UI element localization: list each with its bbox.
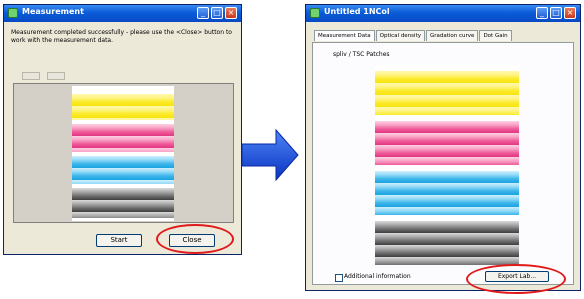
tab-gradation-curve[interactable]: Gradation curve (425, 30, 479, 41)
black-band (72, 188, 174, 218)
tab-bar: Measurement Data Optical density Gradati… (314, 30, 513, 41)
highlight-export (466, 264, 566, 294)
strip-preview (13, 83, 234, 223)
black-band (375, 221, 519, 265)
window-title: Measurement (22, 7, 84, 16)
start-button[interactable]: Start (96, 234, 142, 247)
minimize-icon[interactable]: _ (197, 7, 209, 19)
small-button-1[interactable] (22, 72, 40, 80)
color-strip (72, 86, 174, 221)
color-strip (375, 65, 519, 265)
highlight-close (156, 224, 234, 254)
additional-info-label: Additional information (344, 273, 411, 280)
close-icon[interactable]: × (564, 7, 576, 19)
maximize-icon[interactable]: □ (550, 7, 562, 19)
document-window: Untitled 1NCol _ □ × Measurement Data Op… (305, 4, 581, 291)
small-button-2[interactable] (47, 72, 65, 80)
chart-label: spliv / TSC Patches (333, 51, 390, 58)
tab-optical-density[interactable]: Optical density (375, 30, 425, 41)
magenta-band (72, 124, 174, 152)
minimize-icon[interactable]: _ (536, 7, 548, 19)
additional-info-checkbox[interactable] (335, 274, 343, 282)
measurement-window: Measurement _ □ × Measurement completed … (3, 4, 242, 255)
tab-panel: spliv / TSC Patches Additional informati… (312, 42, 574, 285)
cyan-band (375, 171, 519, 215)
close-icon[interactable]: × (225, 7, 237, 19)
app-icon (310, 8, 320, 18)
arrow-right-icon (241, 128, 299, 182)
tab-measurement-data[interactable]: Measurement Data (314, 30, 375, 41)
measurement-titlebar: Measurement _ □ × (4, 5, 241, 22)
yellow-band (72, 94, 174, 120)
maximize-icon[interactable]: □ (211, 7, 223, 19)
cyan-band (72, 156, 174, 184)
window-title: Untitled 1NCol (324, 7, 390, 16)
status-message: Measurement completed successfully - ple… (11, 29, 232, 44)
tab-dot-gain[interactable]: Dot Gain (479, 30, 512, 41)
magenta-band (375, 121, 519, 165)
document-titlebar: Untitled 1NCol _ □ × (306, 5, 580, 22)
yellow-band (375, 71, 519, 115)
app-icon (8, 8, 18, 18)
